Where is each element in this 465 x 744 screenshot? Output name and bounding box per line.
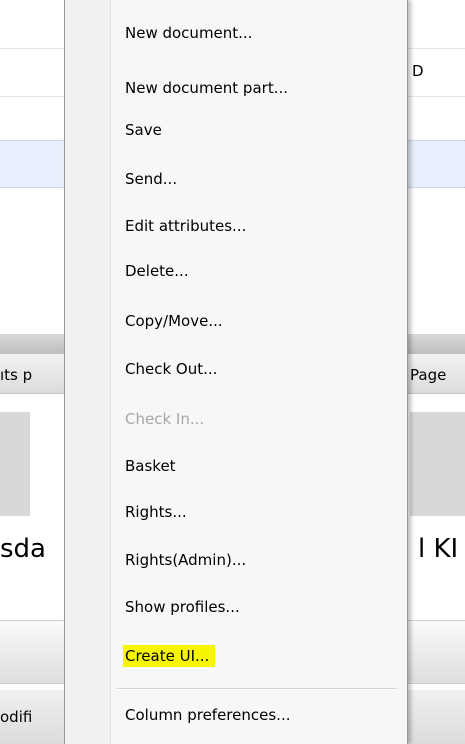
menu-icon-gutter — [65, 0, 111, 744]
menu-item-column-preferences[interactable]: Column preferences... — [125, 702, 290, 728]
menu-separator — [117, 688, 397, 690]
panel-block — [410, 412, 465, 516]
bottom-header-fragment[interactable]: odifi — [0, 708, 64, 726]
menu-item-check-in: Check In... — [125, 406, 204, 432]
menu-item-label: Send... — [125, 170, 178, 188]
content-text-fragment: sda — [0, 534, 46, 564]
table-cell-fragment: D — [412, 62, 424, 80]
panel-block — [0, 412, 30, 516]
menu-item-label: Save — [125, 121, 162, 139]
menu-item-label: Basket — [125, 457, 176, 475]
menu-item-copy-move[interactable]: Copy/Move... — [125, 308, 223, 334]
menu-item-label: New document... — [125, 24, 253, 42]
menu-item-label: Check Out... — [125, 360, 218, 378]
menu-item-edit-attributes[interactable]: Edit attributes... — [125, 213, 246, 239]
menu-item-label: Column preferences... — [125, 706, 291, 724]
menu-item-show-profiles[interactable]: Show profiles... — [125, 594, 240, 620]
menu-item-label: New document part... — [125, 79, 289, 97]
column-header-fragment[interactable]: Page — [410, 366, 446, 384]
menu-item-label: Show profiles... — [125, 598, 240, 616]
column-header-fragment[interactable]: ıts p — [0, 366, 64, 384]
menu-item-label: Delete... — [125, 262, 189, 280]
menu-item-label: Rights... — [125, 503, 187, 521]
menu-item-label: Copy/Move... — [125, 312, 223, 330]
menu-item-delete[interactable]: Delete... — [125, 258, 189, 284]
menu-item-save[interactable]: Save — [125, 117, 162, 143]
menu-item-basket[interactable]: Basket — [125, 453, 176, 479]
menu-item-label: Edit attributes... — [125, 217, 247, 235]
menu-item-label: Rights(Admin)... — [125, 551, 247, 569]
menu-item-new-document[interactable]: New document... — [125, 20, 252, 46]
context-menu: New document... New document part... Sav… — [64, 0, 408, 744]
content-text-fragment: l KI — [418, 534, 459, 564]
menu-item-create-ui[interactable]: Create UI... — [123, 643, 216, 669]
menu-item-send[interactable]: Send... — [125, 166, 177, 192]
menu-item-check-out[interactable]: Check Out... — [125, 356, 217, 382]
menu-item-label: Check In... — [125, 410, 205, 428]
menu-item-new-document-part[interactable]: New document part... — [125, 75, 288, 101]
screen: D ıts p Page sda l KI odifi New document… — [0, 0, 465, 744]
menu-item-rights[interactable]: Rights... — [125, 499, 187, 525]
menu-item-rights-admin[interactable]: Rights(Admin)... — [125, 547, 246, 573]
menu-item-label: Create UI... — [123, 645, 216, 667]
